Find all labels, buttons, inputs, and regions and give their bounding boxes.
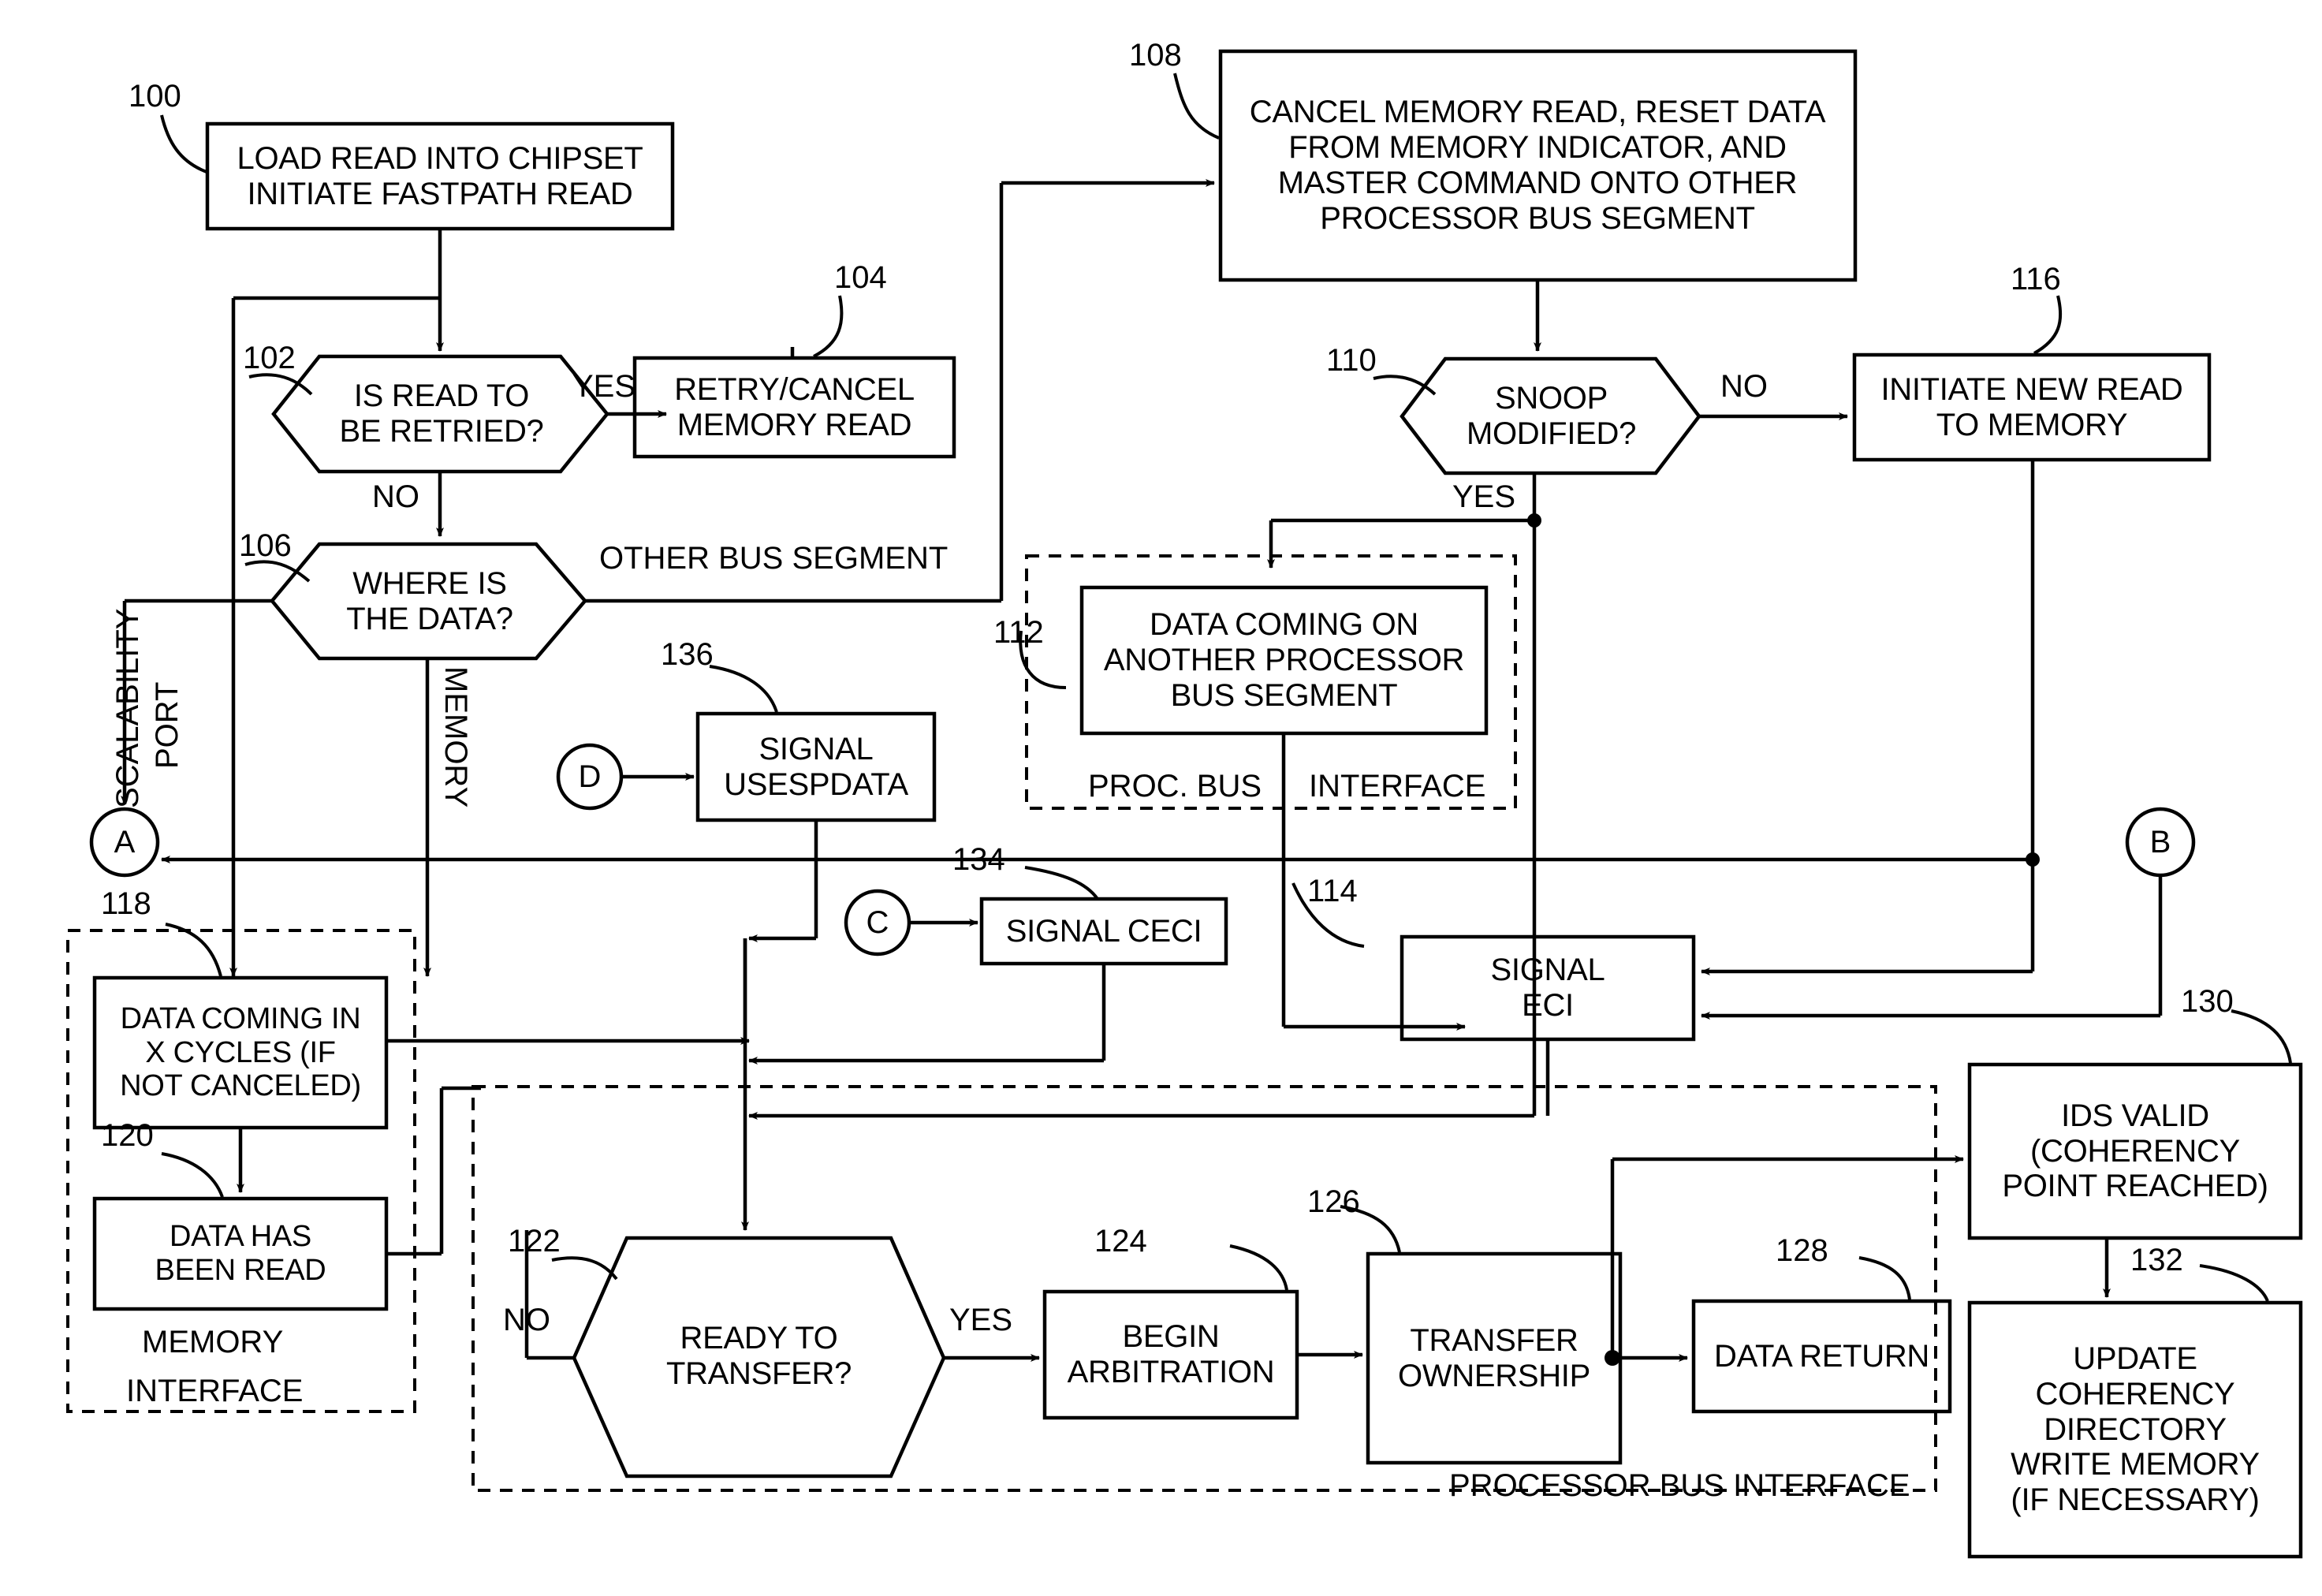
edge-label-retry-no: NO <box>372 479 419 514</box>
node-120[interactable]: DATA HAS BEEN READ <box>95 1199 386 1309</box>
node-106[interactable]: WHERE IS THE DATA? <box>307 544 552 658</box>
node-130[interactable]: IDS VALID (COHERENCY POINT REACHED) <box>1970 1065 2301 1238</box>
ref-120: 120 <box>101 1118 154 1153</box>
ref-118: 118 <box>101 886 151 921</box>
connector-d-label: D <box>578 759 602 794</box>
zone-label-memory: MEMORY <box>142 1325 284 1359</box>
node-110[interactable]: SNOOP MODIFIED? <box>1435 359 1668 473</box>
ref-114: 114 <box>1307 874 1358 908</box>
edge-label-transfer-no: NO <box>503 1303 550 1337</box>
zone-label-interface: INTERFACE <box>1309 769 1486 804</box>
zone-label-memory-interface: INTERFACE <box>126 1374 304 1408</box>
ref-110: 110 <box>1326 343 1377 378</box>
ref-128: 128 <box>1776 1233 1828 1268</box>
node-116[interactable]: INITIATE NEW READ TO MEMORY <box>1854 355 2209 460</box>
connector-a-label: A <box>114 824 136 860</box>
node-124[interactable]: BEGIN ARBITRATION <box>1045 1292 1297 1418</box>
node-100[interactable]: LOAD READ INTO CHIPSET INITIATE FASTPATH… <box>207 124 673 229</box>
node-122[interactable]: READY TO TRANSFER? <box>631 1297 887 1415</box>
edge-label-snoop-yes: YES <box>1452 479 1516 514</box>
node-118[interactable]: DATA COMING IN X CYCLES (IF NOT CANCELED… <box>95 978 386 1128</box>
ref-126: 126 <box>1307 1184 1360 1219</box>
node-112[interactable]: DATA COMING ON ANOTHER PROCESSOR BUS SEG… <box>1082 587 1486 733</box>
edge-label-transfer-yes: YES <box>949 1303 1013 1337</box>
zone-label-processor-bus-interface: PROCESSOR BUS INTERFACE <box>1449 1468 1910 1503</box>
ref-136: 136 <box>661 637 714 672</box>
node-104[interactable]: RETRY/CANCEL MEMORY READ <box>635 358 954 457</box>
ref-108: 108 <box>1129 38 1182 73</box>
patent-flowchart-figure: LOAD READ INTO CHIPSET INITIATE FASTPATH… <box>0 0 2322 1596</box>
edge-label-memory: MEMORY <box>438 666 473 808</box>
edge-label-other-bus-segment: OTHER BUS SEGMENT <box>599 541 949 576</box>
dashed-processor-bus-interface <box>471 1085 1937 1492</box>
node-114[interactable]: SIGNAL ECI <box>1402 937 1694 1039</box>
ref-132: 132 <box>2130 1243 2183 1277</box>
ref-122: 122 <box>508 1224 561 1259</box>
zone-label-proc-bus: PROC. BUS <box>1088 769 1262 804</box>
node-108[interactable]: CANCEL MEMORY READ, RESET DATA FROM MEMO… <box>1230 51 1845 280</box>
edge-label-snoop-no: NO <box>1720 369 1768 404</box>
ref-102: 102 <box>243 341 296 375</box>
node-128[interactable]: DATA RETURN <box>1694 1301 1950 1411</box>
connector-b-label: B <box>2149 824 2171 860</box>
node-102[interactable]: IS READ TO BE RETRIED? <box>307 356 576 472</box>
connector-c-label: C <box>866 904 889 940</box>
node-126[interactable]: TRANSFER OWNERSHIP <box>1368 1254 1620 1463</box>
ref-100: 100 <box>129 79 181 114</box>
ref-134: 134 <box>952 842 1005 877</box>
node-136[interactable]: SIGNAL USESPDATA <box>698 714 934 820</box>
ref-104: 104 <box>834 260 887 295</box>
edge-label-scalability: SCALABILITY <box>110 608 145 808</box>
edge-label-port: PORT <box>150 681 184 769</box>
edge-label-retry-yes: YES <box>572 369 636 404</box>
node-132[interactable]: UPDATE COHERENCY DIRECTORY WRITE MEMORY … <box>1970 1303 2301 1557</box>
node-134[interactable]: SIGNAL CECI <box>982 899 1226 964</box>
ref-112: 112 <box>993 615 1044 650</box>
ref-116: 116 <box>2011 262 2061 296</box>
ref-106: 106 <box>239 528 292 563</box>
ref-130: 130 <box>2181 984 2234 1019</box>
ref-124: 124 <box>1094 1224 1147 1259</box>
